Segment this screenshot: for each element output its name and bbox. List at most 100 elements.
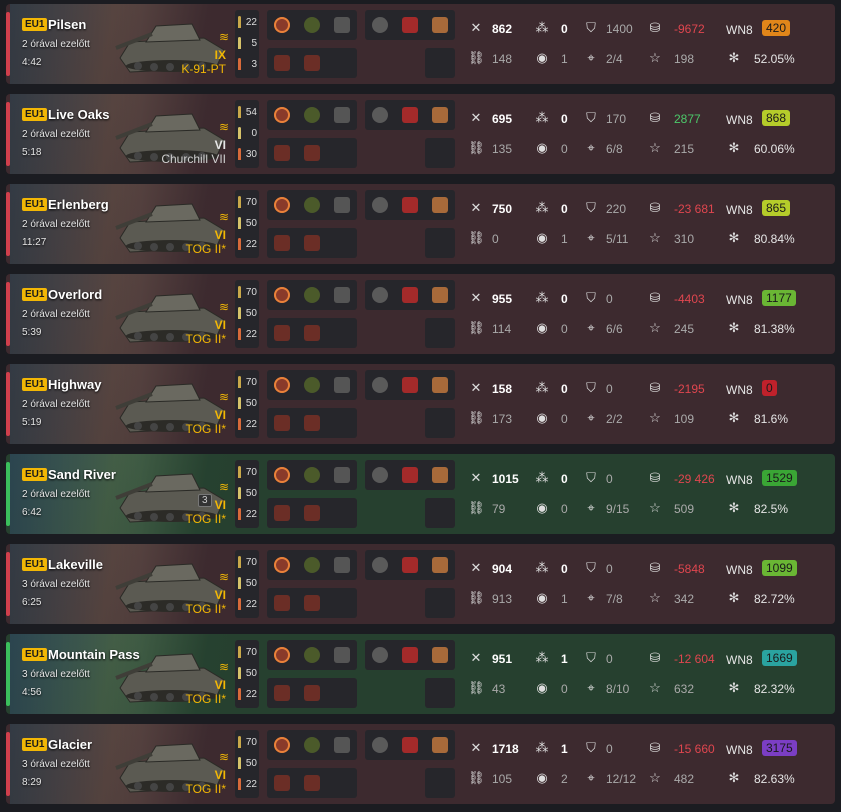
booster-slot[interactable] — [425, 588, 455, 618]
wn8-label: WN8 — [726, 473, 753, 487]
directive-slot[interactable] — [300, 321, 324, 345]
equipment-slot[interactable] — [330, 733, 354, 757]
apcr-shell-icon — [238, 37, 241, 49]
battle-row[interactable]: EU1 Lakeville 3 órával ezelőtt 6:25 ≋ VI… — [6, 544, 835, 624]
equipment-slot[interactable] — [270, 283, 294, 307]
directive-slot[interactable] — [300, 231, 324, 255]
directive-slot[interactable] — [270, 141, 294, 165]
consumable-slot[interactable] — [368, 193, 392, 217]
consumable-slot[interactable] — [368, 463, 392, 487]
consumable-slot[interactable] — [428, 373, 452, 397]
ammo-slot: 54 — [235, 102, 259, 124]
battle-row[interactable]: EU1 Mountain Pass 3 órával ezelőtt 4:56 … — [6, 634, 835, 714]
consumable-slot[interactable] — [428, 643, 452, 667]
directive-slot[interactable] — [300, 411, 324, 435]
equipment-slot[interactable] — [330, 373, 354, 397]
consumable-slot[interactable] — [368, 283, 392, 307]
consumable-slot[interactable] — [428, 13, 452, 37]
booster-slot[interactable] — [425, 138, 455, 168]
equipment-slots — [267, 460, 357, 490]
consumable-slot[interactable] — [368, 13, 392, 37]
directive-slot[interactable] — [270, 321, 294, 345]
tank-class-icon: ≋ — [218, 660, 230, 674]
battle-row[interactable]: EU1 Pilsen 2 órával ezelőtt 4:42 ≋ IX K-… — [6, 4, 835, 84]
consumable-slot[interactable] — [428, 103, 452, 127]
consumable-slot[interactable] — [398, 13, 422, 37]
consumable-slot[interactable] — [428, 553, 452, 577]
equipment-slot[interactable] — [270, 103, 294, 127]
consumable-slot[interactable] — [428, 733, 452, 757]
blocked-shield-icon: ⛉ — [586, 110, 596, 125]
directive-slot[interactable] — [300, 681, 324, 705]
equipment-slot[interactable] — [300, 193, 324, 217]
directive-slot[interactable] — [270, 681, 294, 705]
consumable-slot[interactable] — [398, 373, 422, 397]
consumable-slot[interactable] — [368, 373, 392, 397]
equipment-slot[interactable] — [300, 463, 324, 487]
spotted-value: 0 — [561, 502, 568, 516]
booster-slot[interactable] — [425, 228, 455, 258]
booster-slot[interactable] — [425, 498, 455, 528]
directive-slot[interactable] — [300, 501, 324, 525]
equipment-slot[interactable] — [270, 193, 294, 217]
booster-slot[interactable] — [425, 768, 455, 798]
consumable-slot[interactable] — [368, 733, 392, 757]
directive-slot[interactable] — [270, 501, 294, 525]
equipment-slot[interactable] — [330, 103, 354, 127]
directive-slot[interactable] — [300, 591, 324, 615]
equipment-slot[interactable] — [330, 553, 354, 577]
consumable-slot[interactable] — [398, 553, 422, 577]
battle-row[interactable]: EU1 Glacier 3 órával ezelőtt 8:29 ≋ VI T… — [6, 724, 835, 804]
battle-row[interactable]: EU1 Sand River 2 órával ezelőtt 6:42 3 ≋… — [6, 454, 835, 534]
consumable-slot[interactable] — [398, 463, 422, 487]
directive-slot[interactable] — [270, 591, 294, 615]
battle-row[interactable]: EU1 Overlord 2 órával ezelőtt 5:39 ≋ VI … — [6, 274, 835, 354]
equipment-slot[interactable] — [300, 733, 324, 757]
directive-slot[interactable] — [300, 141, 324, 165]
booster-slot[interactable] — [425, 318, 455, 348]
consumable-slot[interactable] — [398, 643, 422, 667]
consumable-slot[interactable] — [368, 553, 392, 577]
equipment-slot[interactable] — [270, 553, 294, 577]
consumable-slot[interactable] — [368, 103, 392, 127]
consumable-slot[interactable] — [398, 283, 422, 307]
equipment-slot[interactable] — [330, 463, 354, 487]
equipment-slot[interactable] — [270, 13, 294, 37]
consumable-slot[interactable] — [428, 463, 452, 487]
directive-slot[interactable] — [270, 51, 294, 75]
consumable-slot[interactable] — [398, 733, 422, 757]
equipment-slot[interactable] — [300, 373, 324, 397]
equipment-slot[interactable] — [270, 643, 294, 667]
apcr-shell-icon — [238, 487, 241, 499]
equipment-slot[interactable] — [270, 733, 294, 757]
equipment-slot[interactable] — [270, 463, 294, 487]
equipment-slot[interactable] — [330, 643, 354, 667]
equipment-slot[interactable] — [300, 13, 324, 37]
directive-slot[interactable] — [270, 771, 294, 795]
directive-slot[interactable] — [300, 771, 324, 795]
directive-slot[interactable] — [300, 51, 324, 75]
battle-row[interactable]: EU1 Erlenberg 2 órával ezelőtt 11:27 ≋ V… — [6, 184, 835, 264]
time-ago: 2 órával ezelőtt — [22, 39, 90, 50]
equipment-slot[interactable] — [330, 283, 354, 307]
directive-slot[interactable] — [270, 231, 294, 255]
equipment-slot[interactable] — [300, 553, 324, 577]
consumable-slot[interactable] — [398, 193, 422, 217]
directive-slot[interactable] — [270, 411, 294, 435]
battle-row[interactable]: EU1 Live Oaks 2 órával ezelőtt 5:18 ≋ VI… — [6, 94, 835, 174]
battle-row[interactable]: EU1 Highway 2 órával ezelőtt 5:19 ≋ VI T… — [6, 364, 835, 444]
booster-slot[interactable] — [425, 678, 455, 708]
booster-slot[interactable] — [425, 48, 455, 78]
equipment-slot[interactable] — [300, 283, 324, 307]
consumable-slot[interactable] — [428, 193, 452, 217]
wn8-label: WN8 — [726, 113, 753, 127]
booster-slot[interactable] — [425, 408, 455, 438]
equipment-slot[interactable] — [330, 13, 354, 37]
consumable-slot[interactable] — [368, 643, 392, 667]
equipment-slot[interactable] — [330, 193, 354, 217]
equipment-slot[interactable] — [300, 103, 324, 127]
consumable-slot[interactable] — [428, 283, 452, 307]
consumable-slot[interactable] — [398, 103, 422, 127]
equipment-slot[interactable] — [300, 643, 324, 667]
equipment-slot[interactable] — [270, 373, 294, 397]
